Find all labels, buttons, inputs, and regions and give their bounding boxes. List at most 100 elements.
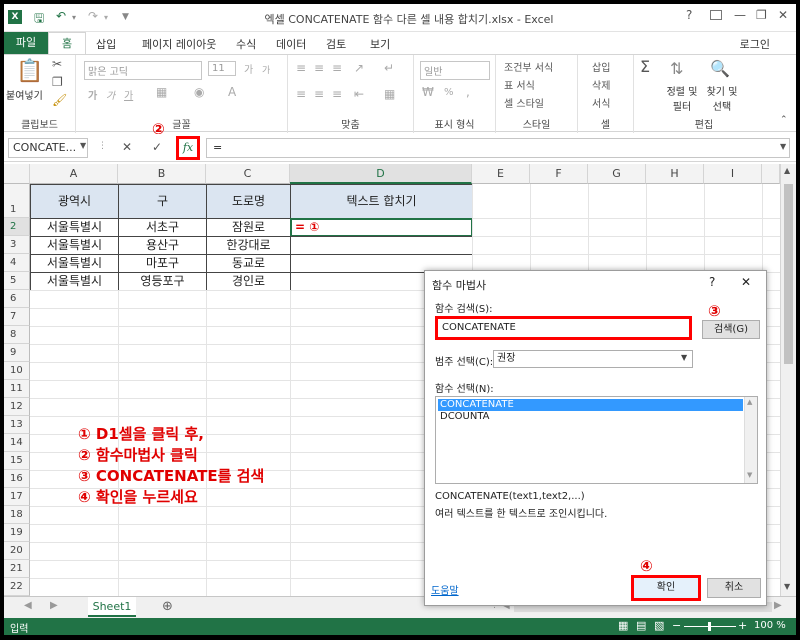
vertical-scrollbar[interactable]: ▲ ▼ <box>780 164 796 596</box>
column-header-h[interactable]: H <box>646 164 704 184</box>
table-cell[interactable]: 잠원로 <box>206 218 291 237</box>
autosum-icon[interactable]: Σ <box>640 57 650 76</box>
row-header-3[interactable]: 3 <box>4 236 30 254</box>
row-header-18[interactable]: 18 <box>4 506 30 524</box>
scroll-up-icon[interactable]: ▲ <box>784 166 790 175</box>
function-list[interactable]: CONCATENATE DCOUNTA ▲ ▼ <box>435 396 758 484</box>
column-header-f[interactable]: F <box>530 164 588 184</box>
tab-page-layout[interactable]: 페이지 레이아웃 <box>142 36 216 52</box>
save-icon[interactable]: 🖫 <box>34 9 44 30</box>
expand-formula-bar-icon[interactable]: ▼ <box>780 142 786 151</box>
column-header-e[interactable]: E <box>472 164 530 184</box>
row-header-22[interactable]: 22 <box>4 578 30 596</box>
font-size-select[interactable]: 11 <box>208 61 236 76</box>
cell-style-button[interactable]: 셀 스타일 <box>504 95 544 110</box>
category-dropdown-icon[interactable]: ▼ <box>681 353 687 362</box>
align-left-icon[interactable]: ≡ <box>296 87 306 101</box>
search-button[interactable]: 검색(G) <box>702 320 760 339</box>
number-format-select[interactable]: 일반 <box>420 61 490 80</box>
table-cell[interactable]: 서초구 <box>118 218 207 237</box>
function-item[interactable]: DCOUNTA <box>438 411 743 423</box>
tab-view[interactable]: 보기 <box>370 36 390 52</box>
tab-insert[interactable]: 삽입 <box>96 36 116 52</box>
row-header-8[interactable]: 8 <box>4 326 30 344</box>
insert-cells-button[interactable]: 삽입 <box>592 59 610 74</box>
row-header-11[interactable]: 11 <box>4 380 30 398</box>
zoom-in-icon[interactable]: + <box>738 619 747 632</box>
sort-filter-icon[interactable]: ⇅ <box>670 59 683 78</box>
row-header-19[interactable]: 19 <box>4 524 30 542</box>
table-cell[interactable]: 경인로 <box>206 272 291 291</box>
grow-font-button[interactable]: 가 <box>244 61 253 76</box>
function-list-scrollbar[interactable]: ▲ ▼ <box>744 397 757 483</box>
tab-formulas[interactable]: 수식 <box>236 36 256 52</box>
formula-input[interactable]: = <box>206 138 790 158</box>
paste-icon[interactable]: 📋 <box>16 59 43 84</box>
column-header-d[interactable]: D <box>290 164 472 184</box>
column-header-j[interactable] <box>762 164 780 184</box>
redo-icon[interactable]: ↷ <box>88 9 98 23</box>
indent-icon[interactable]: ⇤ <box>354 87 364 101</box>
tab-home[interactable]: 홈 <box>48 32 86 55</box>
table-cell[interactable]: 서울특별시 <box>30 218 119 237</box>
percent-button[interactable]: % <box>444 87 454 98</box>
minimize-button[interactable]: — <box>734 8 746 22</box>
table-cell[interactable] <box>290 236 473 255</box>
delete-cells-button[interactable]: 삭제 <box>592 77 610 92</box>
name-box-dropdown-icon[interactable]: ▼ <box>80 141 86 150</box>
normal-view-icon[interactable]: ▦ <box>618 619 628 632</box>
close-button[interactable]: ✕ <box>778 8 788 22</box>
row-header-17[interactable]: 17 <box>4 488 30 506</box>
tab-file[interactable]: 파일 <box>4 32 48 54</box>
shrink-font-button[interactable]: 가 <box>262 63 270 76</box>
undo-dropdown-icon[interactable]: ▾ <box>72 13 76 22</box>
row-header-14[interactable]: 14 <box>4 434 30 452</box>
column-header-c[interactable]: C <box>206 164 290 184</box>
row-header-7[interactable]: 7 <box>4 308 30 326</box>
function-item-selected[interactable]: CONCATENATE <box>438 399 743 411</box>
table-cell[interactable]: 마포구 <box>118 254 207 273</box>
row-header-6[interactable]: 6 <box>4 290 30 308</box>
table-cell[interactable]: 영등포구 <box>118 272 207 291</box>
scroll-down-icon[interactable]: ▼ <box>784 582 790 591</box>
align-top-icon[interactable]: ≡ <box>296 61 306 75</box>
row-header-12[interactable]: 12 <box>4 398 30 416</box>
table-header-cell[interactable]: 광역시 <box>30 184 119 219</box>
cut-icon[interactable]: ✂ <box>52 57 62 71</box>
customize-qat-icon[interactable]: ▼ <box>122 12 129 22</box>
zoom-out-icon[interactable]: − <box>672 619 681 632</box>
active-cell-d2[interactable]: = ① <box>290 218 473 237</box>
align-center-icon[interactable]: ≡ <box>314 87 324 101</box>
find-icon[interactable]: 🔍 <box>710 59 730 78</box>
page-break-view-icon[interactable]: ▧ <box>654 619 664 632</box>
scroll-right-icon[interactable]: ▶ <box>774 600 782 611</box>
table-cell[interactable]: 한강대로 <box>206 236 291 255</box>
row-header-13[interactable]: 13 <box>4 416 30 434</box>
dialog-close-button[interactable]: ✕ <box>741 275 751 289</box>
tab-review[interactable]: 검토 <box>326 36 346 52</box>
next-sheet-icon[interactable]: ▶ <box>50 600 58 611</box>
table-cell[interactable]: 서울특별시 <box>30 254 119 273</box>
currency-icon[interactable]: ₩ <box>422 85 434 99</box>
align-bottom-icon[interactable]: ≡ <box>332 61 342 75</box>
row-header-16[interactable]: 16 <box>4 470 30 488</box>
format-cells-button[interactable]: 서식 <box>592 95 610 110</box>
add-sheet-button[interactable]: ⊕ <box>162 599 173 614</box>
row-header-4[interactable]: 4 <box>4 254 30 272</box>
align-middle-icon[interactable]: ≡ <box>314 61 324 75</box>
cancel-entry-button[interactable]: ✕ <box>122 140 132 154</box>
help-link[interactable]: 도움말 <box>431 582 459 597</box>
row-header-10[interactable]: 10 <box>4 362 30 380</box>
row-header-2[interactable]: 2 <box>4 218 30 236</box>
table-cell[interactable]: 용산구 <box>118 236 207 255</box>
prev-sheet-icon[interactable]: ◀ <box>24 600 32 611</box>
list-scroll-up-icon[interactable]: ▲ <box>747 398 752 406</box>
merge-icon[interactable]: ▦ <box>384 87 395 101</box>
row-header-5[interactable]: 5 <box>4 272 30 290</box>
row-header-20[interactable]: 20 <box>4 542 30 560</box>
table-header-cell[interactable]: 구 <box>118 184 207 219</box>
fill-color-icon[interactable]: ◉ <box>194 85 204 99</box>
column-header-i[interactable]: I <box>704 164 762 184</box>
conditional-format-button[interactable]: 조건부 서식 <box>504 59 553 74</box>
column-header-a[interactable]: A <box>30 164 118 184</box>
